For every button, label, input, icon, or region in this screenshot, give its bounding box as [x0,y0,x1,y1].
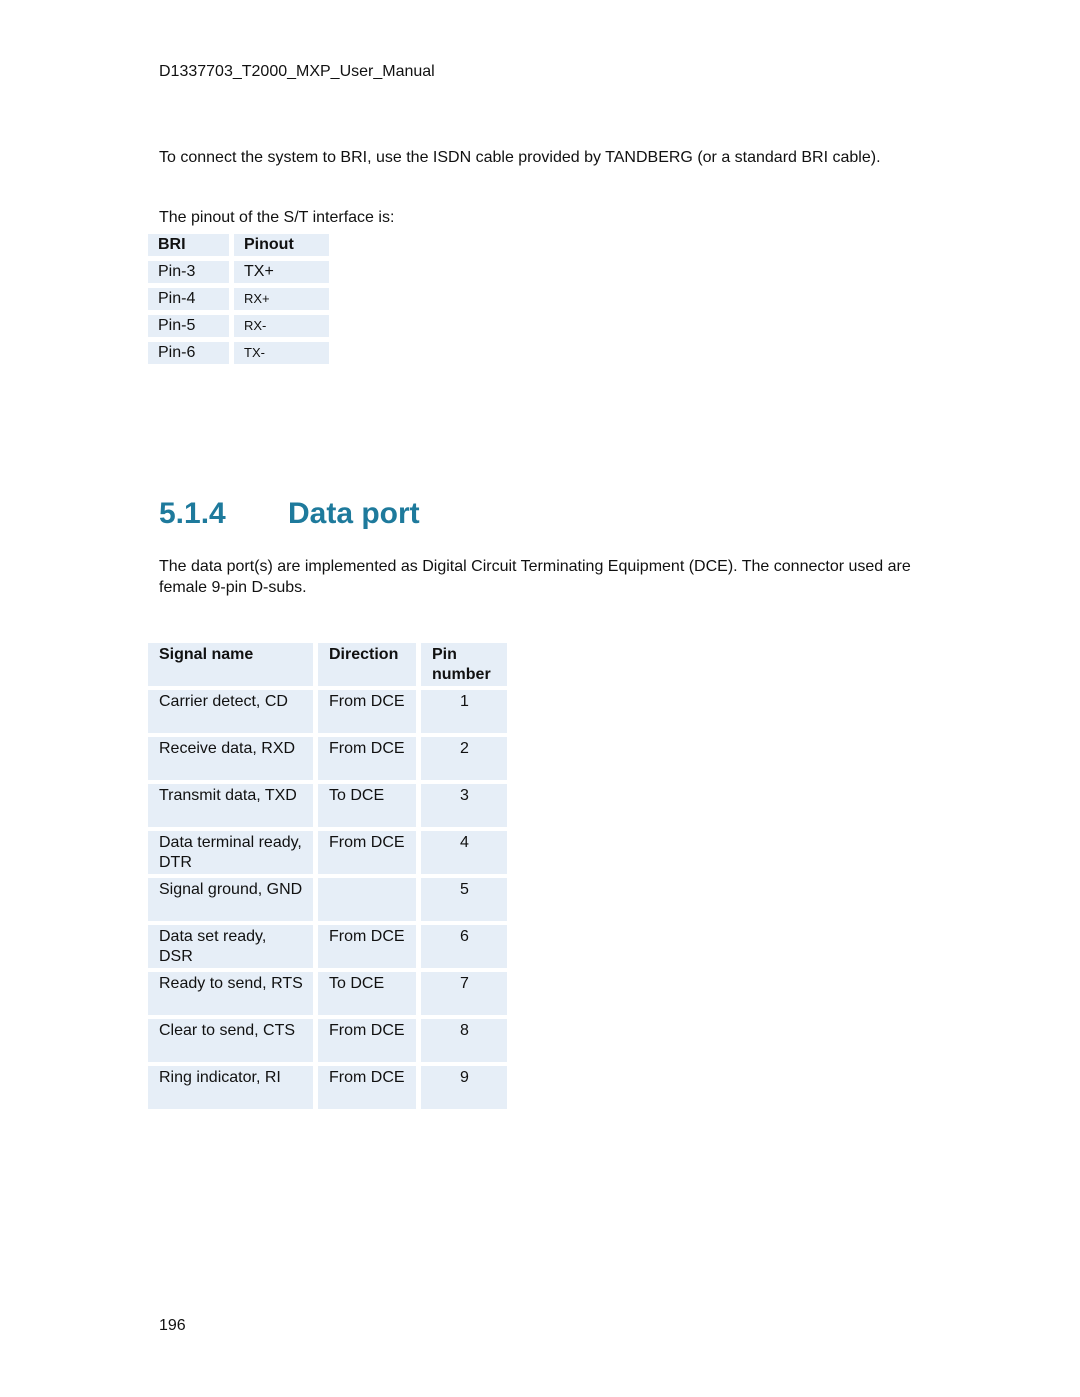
bri-pinout-cell: TX+ [234,261,329,283]
header-signal-name: Signal name [148,643,313,686]
direction-cell: From DCE [318,737,416,780]
signal-name-cell: Ready to send, RTS [148,972,313,1015]
table-row: Transmit data, TXD To DCE 3 [148,784,507,827]
signal-table-header-row: Signal name Direction Pin number [148,643,507,686]
pin-number-cell: 5 [421,878,507,921]
table-row: Ring indicator, RI From DCE 9 [148,1066,507,1109]
header-direction: Direction [318,643,416,686]
direction-cell: From DCE [318,1066,416,1109]
signal-name-cell: Clear to send, CTS [148,1019,313,1062]
bri-pinout-cell: RX+ [234,288,329,310]
table-row: Clear to send, CTS From DCE 8 [148,1019,507,1062]
direction-cell: From DCE [318,1019,416,1062]
section-number: 5.1.4 [159,497,226,530]
signal-name-cell: Data set ready, DSR [148,925,313,968]
table-row: Signal ground, GND 5 [148,878,507,921]
signal-name-cell: Transmit data, TXD [148,784,313,827]
bri-pinout-cell: TX- [234,342,329,364]
bri-pin-cell: Pin-4 [148,288,229,310]
section-title-text: Data port [288,497,420,530]
table-row: Ready to send, RTS To DCE 7 [148,972,507,1015]
bri-pin-cell: Pin-5 [148,315,229,337]
table-row: Receive data, RXD From DCE 2 [148,737,507,780]
signal-name-cell: Receive data, RXD [148,737,313,780]
pin-number-cell: 3 [421,784,507,827]
pin-number-cell: 1 [421,690,507,733]
bri-table-row: Pin-5 RX- [148,315,329,337]
data-port-description: The data port(s) are implemented as Digi… [159,558,911,596]
pin-number-cell: 8 [421,1019,507,1062]
direction-cell: From DCE [318,690,416,733]
signal-name-cell: Data terminal ready, DTR [148,831,313,874]
page-number: 196 [159,1317,186,1334]
direction-cell: To DCE [318,972,416,1015]
direction-cell [318,878,416,921]
bri-header-pinout: Pinout [234,234,329,256]
signal-table-body: Carrier detect, CD From DCE 1 Receive da… [148,690,507,1109]
data-port-signal-table: Signal name Direction Pin number Carrier… [148,643,507,1113]
table-row: Data terminal ready, DTR From DCE 4 [148,831,507,874]
bri-table-row: Pin-3 TX+ [148,261,329,283]
bri-pin-cell: Pin-6 [148,342,229,364]
direction-cell: To DCE [318,784,416,827]
bri-pinout-table: BRI Pinout Pin-3 TX+ Pin-4 RX+ Pin-5 RX-… [148,234,329,369]
pin-number-cell: 4 [421,831,507,874]
pin-number-cell: 7 [421,972,507,1015]
header-pin-number: Pin number [421,643,507,686]
direction-cell: From DCE [318,831,416,874]
bri-table-row: Pin-6 TX- [148,342,329,364]
pinout-intro-paragraph: The pinout of the S/T interface is: [159,209,395,226]
signal-name-cell: Signal ground, GND [148,878,313,921]
direction-cell: From DCE [318,925,416,968]
document-header: D1337703_T2000_MXP_User_Manual [159,63,435,80]
pin-number-cell: 9 [421,1066,507,1109]
pin-number-cell: 2 [421,737,507,780]
bri-intro-paragraph: To connect the system to BRI, use the IS… [159,149,881,166]
table-row: Carrier detect, CD From DCE 1 [148,690,507,733]
bri-table-header-row: BRI Pinout [148,234,329,256]
signal-name-cell: Carrier detect, CD [148,690,313,733]
bri-table-row: Pin-4 RX+ [148,288,329,310]
bri-header-bri: BRI [148,234,229,256]
pin-number-cell: 6 [421,925,507,968]
signal-name-cell: Ring indicator, RI [148,1066,313,1109]
bri-pinout-cell: RX- [234,315,329,337]
bri-pin-cell: Pin-3 [148,261,229,283]
table-row: Data set ready, DSR From DCE 6 [148,925,507,968]
section-heading: 5.1.4 Data port [159,494,420,534]
